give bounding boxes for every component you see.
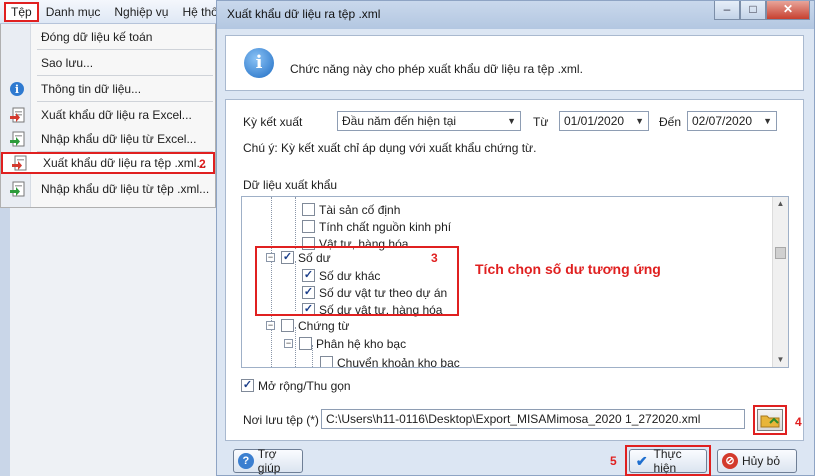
svg-text:i: i (15, 83, 19, 96)
to-date-value: 02/07/2020 (692, 114, 753, 128)
tree-node-phan-he-kho-bac[interactable]: − Phân hệ kho bạc (284, 335, 406, 352)
collapse-icon[interactable]: − (284, 339, 293, 348)
menu-item-import-excel[interactable]: Nhập khẩu dữ liệu từ Excel... (1, 128, 215, 150)
menu-item-label: Xuất khẩu dữ liệu ra tệp .xml... (43, 156, 207, 170)
tree-checkbox[interactable] (320, 356, 333, 367)
info-panel: i Chức năng này cho phép xuất khẩu dữ li… (225, 35, 804, 91)
tree-checkbox[interactable] (302, 220, 315, 233)
menu-item-label: Nhập khẩu dữ liệu từ tệp .xml... (41, 182, 210, 196)
menu-item-label: Đóng dữ liệu kế toán (41, 30, 153, 44)
menu-item-backup[interactable]: Sao lưu... (1, 52, 215, 74)
menu-item-label: Thông tin dữ liệu... (41, 82, 142, 96)
app-background (0, 208, 216, 476)
to-date-select[interactable]: 02/07/2020 ▼ (687, 111, 777, 131)
cancel-button-label: Hủy bỏ (742, 454, 781, 468)
close-icon[interactable]: ✕ (766, 1, 810, 20)
menu-item-label: Nhập khẩu dữ liệu từ Excel... (41, 132, 197, 146)
menu-item-export-xml[interactable]: Xuất khẩu dữ liệu ra tệp .xml... 2 (1, 152, 215, 174)
tree-node-label: Tài sản cố định (319, 202, 401, 217)
expand-label: Mở rộng/Thu gọn (258, 378, 351, 393)
menu-item-label: Xuất khẩu dữ liệu ra Excel... (41, 108, 192, 122)
period-select[interactable]: Đầu năm đến hiện tại ▼ (337, 111, 521, 131)
menu-item-export-excel[interactable]: Xuất khẩu dữ liệu ra Excel... (1, 104, 215, 126)
execute-button[interactable]: ✔ Thực hiện (629, 447, 707, 475)
export-data-label: Dữ liệu xuất khẩu (243, 178, 338, 192)
menu-separator (37, 75, 213, 76)
save-path-label: Nơi lưu tệp (*) (243, 413, 319, 427)
from-date-select[interactable]: 01/01/2020 ▼ (559, 111, 649, 131)
scroll-up-icon[interactable]: ▲ (773, 197, 788, 211)
minimize-icon[interactable]: – (714, 1, 740, 20)
menu-file[interactable]: Tệp (4, 1, 39, 22)
annotation-box-step-3 (255, 246, 459, 316)
annotation-note: Tích chọn số dư tương ứng (475, 261, 661, 277)
tree-node-label: Tính chất nguồn kinh phí (319, 219, 452, 234)
cancel-button[interactable]: ⊘ Hủy bỏ (717, 449, 797, 473)
window-controls: – □ ✕ (714, 1, 810, 20)
export-xml-dialog: Xuất khẩu dữ liệu ra tệp .xml – □ ✕ i Ch… (216, 0, 815, 476)
excel-export-icon (9, 107, 25, 123)
expand-collapse-toggle[interactable]: ✓ Mở rộng/Thu gọn (241, 377, 351, 394)
tree-node-label: Phân hệ kho bạc (316, 336, 407, 351)
execute-button-label: Thực hiện (653, 447, 682, 475)
menu-item-import-xml[interactable]: Nhập khẩu dữ liệu từ tệp .xml... (1, 178, 215, 200)
tree-node-chung-tu[interactable]: − Chứng từ (266, 317, 349, 334)
scroll-down-icon[interactable]: ▼ (773, 353, 788, 367)
browse-folder-button[interactable] (757, 409, 783, 431)
menu-operations[interactable]: Nghiệp vụ (107, 2, 175, 22)
dialog-titlebar: Xuất khẩu dữ liệu ra tệp .xml – □ ✕ (217, 1, 814, 29)
xml-import-icon (9, 181, 25, 197)
menu-item-data-info[interactable]: i Thông tin dữ liệu... (1, 78, 215, 100)
annotation-step-4: 4 (795, 415, 802, 429)
tree-scrollbar[interactable]: ▲ ▼ (772, 197, 788, 367)
annotation-step-5: 5 (610, 454, 617, 468)
period-note: Chú ý: Kỳ kết xuất chỉ áp dụng với xuất … (243, 141, 537, 155)
annotation-step-2: 2 (199, 157, 206, 171)
info-icon: i (244, 48, 274, 78)
period-label: Kỳ kết xuất (243, 115, 303, 129)
scroll-thumb[interactable] (775, 247, 786, 259)
maximize-icon[interactable]: □ (740, 1, 766, 20)
xml-export-icon (11, 155, 27, 171)
to-label: Đến (659, 115, 682, 129)
chevron-down-icon: ▼ (507, 116, 516, 126)
cancel-icon: ⊘ (722, 453, 738, 469)
help-icon: ? (238, 453, 254, 469)
expand-checkbox[interactable]: ✓ (241, 379, 254, 392)
tree-node[interactable]: Chuyển khoản kho bạc (320, 354, 460, 368)
chevron-down-icon: ▼ (763, 116, 772, 126)
tree-checkbox[interactable] (299, 337, 312, 350)
menu-item-label: Sao lưu... (41, 56, 94, 70)
menu-separator (37, 49, 213, 50)
menu-catalog[interactable]: Danh mục (39, 2, 108, 22)
annotation-step-3: 3 (431, 251, 438, 265)
excel-import-icon (9, 131, 25, 147)
dialog-title: Xuất khẩu dữ liệu ra tệp .xml (227, 7, 381, 21)
folder-icon (760, 415, 780, 428)
help-button[interactable]: ? Trợ giúp (233, 447, 303, 475)
tree-node[interactable]: Tài sản cố định (302, 201, 400, 218)
menu-separator (37, 101, 213, 102)
menu-item-close-data[interactable]: Đóng dữ liệu kế toán (1, 26, 215, 48)
info-icon: i (9, 81, 25, 97)
collapse-icon[interactable]: − (266, 321, 275, 330)
tree-node[interactable]: Tính chất nguồn kinh phí (302, 218, 451, 235)
from-date-value: 01/01/2020 (564, 114, 625, 128)
tree-node-label: Chuyển khoản kho bạc (337, 355, 460, 368)
tree-checkbox[interactable] (302, 203, 315, 216)
period-select-value: Đầu năm đến hiện tại (342, 114, 457, 128)
tree-checkbox[interactable] (281, 319, 294, 332)
checkmark-icon: ✔ (635, 453, 648, 469)
info-text: Chức năng này cho phép xuất khẩu dữ liệu… (290, 62, 583, 76)
file-menu-dropdown: Đóng dữ liệu kế toán Sao lưu... i Thông … (0, 24, 216, 208)
tree-node-label: Chứng từ (298, 318, 350, 333)
from-label: Từ (533, 115, 549, 129)
menu-bar: Tệp Danh mục Nghiệp vụ Hệ thốr (0, 0, 222, 24)
help-button-label: Trợ giúp (257, 447, 281, 475)
chevron-down-icon: ▼ (635, 116, 644, 126)
save-path-input[interactable]: C:\Users\h11-0116\Desktop\Export_MISAMim… (321, 409, 745, 429)
